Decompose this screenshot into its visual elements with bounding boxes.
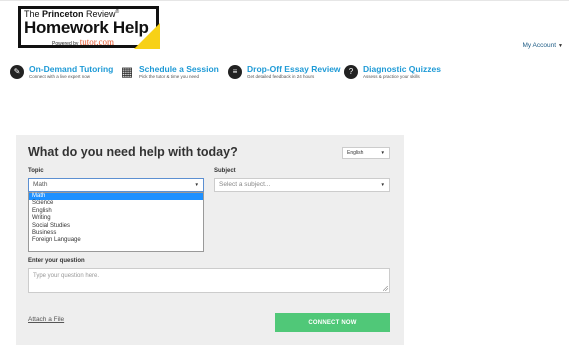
my-account-menu[interactable]: My Account ▼ (522, 42, 563, 49)
subject-value: Select a subject... (219, 181, 271, 188)
essay-icon: ≡ (228, 65, 242, 79)
service-title: Diagnostic Quizzes (363, 64, 441, 74)
princeton-review-logo[interactable]: The Princeton Review® Homework Help Powe… (18, 6, 160, 49)
topic-option-math[interactable]: Math (29, 193, 203, 201)
calendar-icon: ▦ (120, 64, 134, 79)
question-textarea[interactable]: Type your question here. (28, 268, 390, 293)
chevron-down-icon: ▼ (380, 150, 385, 155)
topic-option-social-studies[interactable]: Social Studies (29, 223, 203, 230)
service-subtitle: Assess & practice your skills (363, 74, 420, 79)
topic-option-english[interactable]: English (29, 208, 203, 215)
resize-handle-icon[interactable] (383, 286, 388, 291)
topic-dropdown-list: Math Science English Writing Social Stud… (28, 192, 204, 252)
logo-line3: Powered by tutor.com (52, 37, 115, 47)
caret-down-icon: ▼ (558, 43, 563, 49)
subject-select[interactable]: Select a subject... ▼ (214, 178, 390, 192)
form-title: What do you need help with today? (28, 145, 238, 159)
attach-file-link[interactable]: Attach a File (28, 316, 64, 323)
topic-value: Math (33, 181, 48, 188)
chevron-down-icon: ▼ (194, 182, 199, 187)
service-subtitle: Connect with a live expert now (29, 74, 91, 79)
topic-option-foreign-language[interactable]: Foreign Language (29, 237, 203, 244)
top-divider (0, 0, 569, 1)
question-label: Enter your question (28, 258, 85, 264)
language-select[interactable]: English ▼ (342, 147, 390, 159)
logo-line2: Homework Help (24, 18, 149, 37)
question-placeholder: Type your question here. (33, 273, 100, 279)
subject-label: Subject (214, 168, 236, 174)
chevron-down-icon: ▼ (380, 182, 385, 187)
service-subtitle: Get detailed feedback in 24 hours (247, 74, 315, 79)
topic-option-writing[interactable]: Writing (29, 215, 203, 222)
connect-now-button[interactable]: CONNECT NOW (275, 313, 390, 332)
service-title: Schedule a Session (139, 64, 219, 74)
tutor-icon: ✎ (10, 65, 24, 79)
help-request-form: What do you need help with today? Englis… (16, 135, 404, 345)
topic-option-science[interactable]: Science (29, 200, 203, 207)
service-title: On-Demand Tutoring (29, 64, 114, 74)
service-title: Drop-Off Essay Review (247, 64, 341, 74)
topic-label: Topic (28, 168, 44, 174)
topic-select[interactable]: Math ▼ (28, 178, 204, 192)
quiz-icon: ? (344, 65, 358, 79)
service-subtitle: Pick the tutor & time you need (139, 74, 200, 79)
language-value: English (347, 150, 364, 156)
topic-option-business[interactable]: Business (29, 230, 203, 237)
